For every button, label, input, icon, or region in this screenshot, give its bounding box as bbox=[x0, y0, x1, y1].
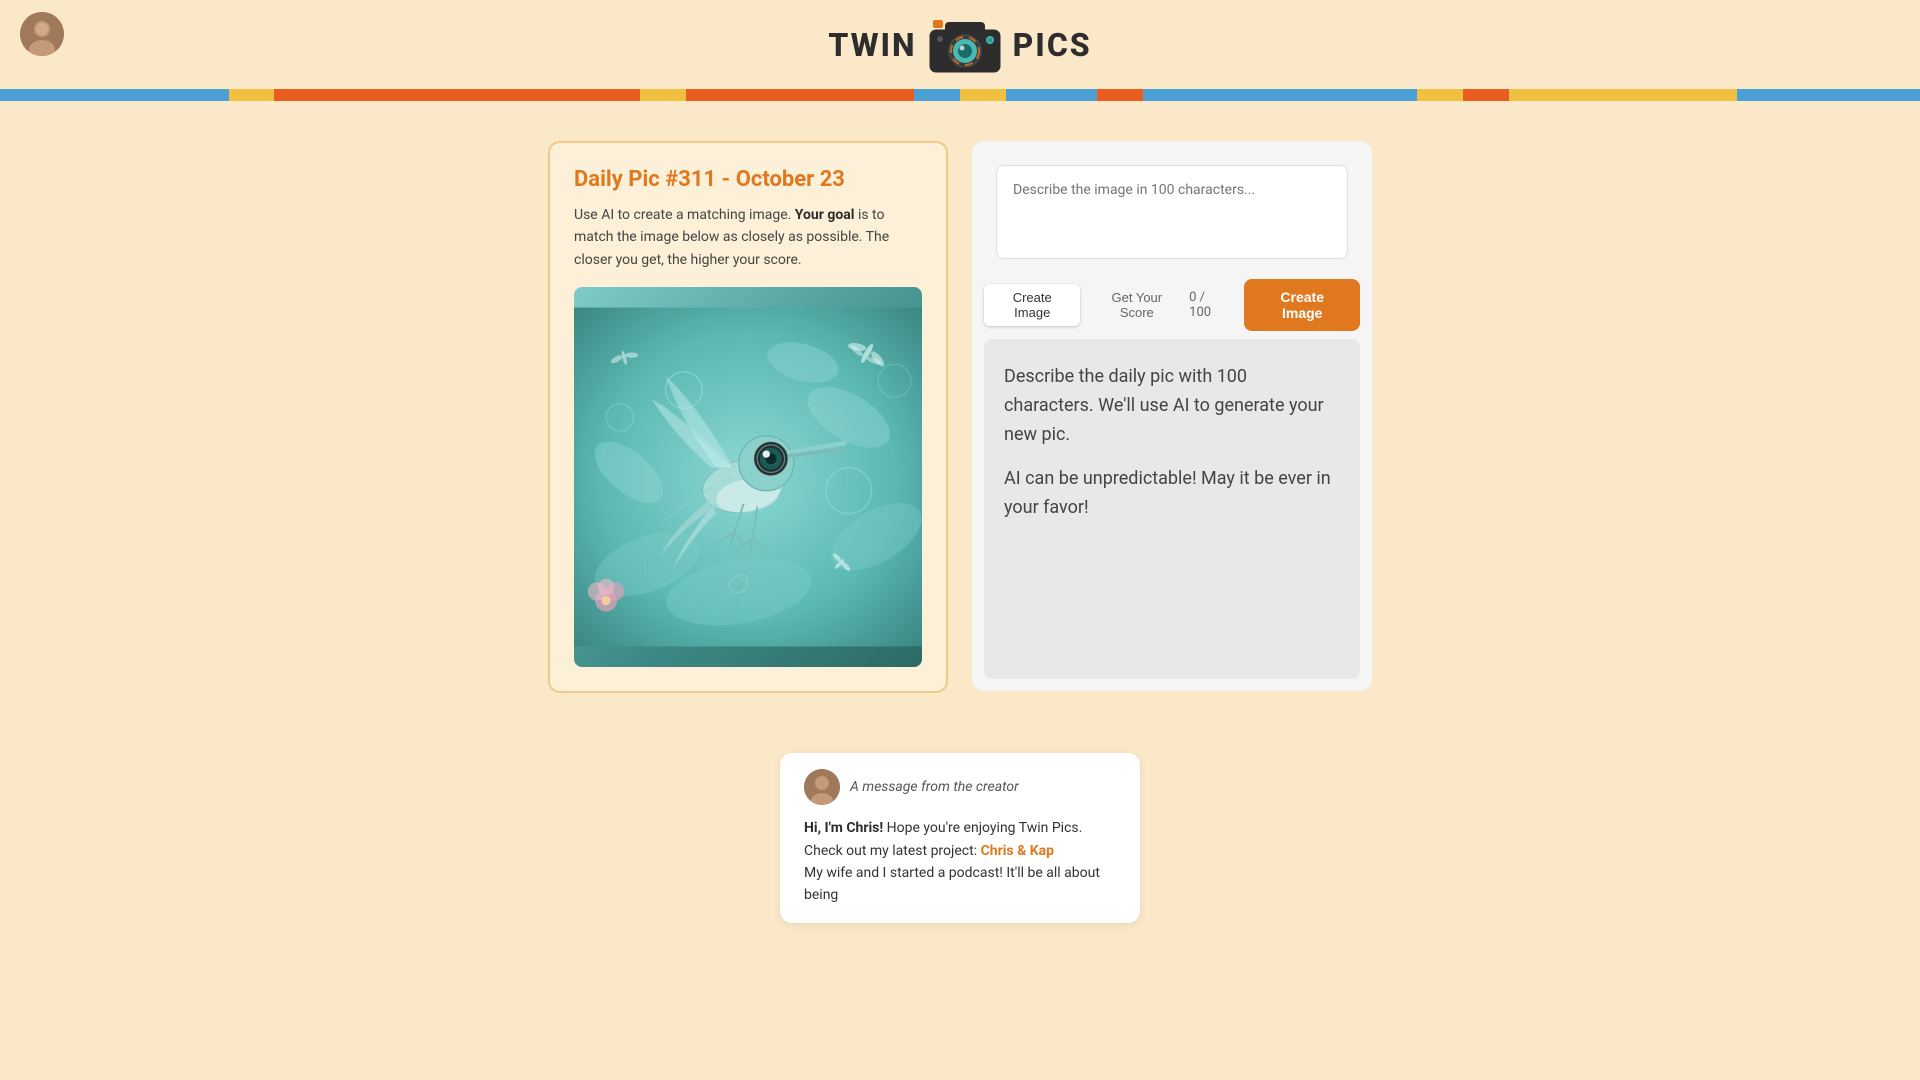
main-content: Daily Pic #311 - October 23 Use AI to cr… bbox=[260, 101, 1660, 733]
stripe-orange-2 bbox=[686, 89, 915, 101]
creator-body: Hi, I'm Chris! Hope you're enjoying Twin… bbox=[804, 817, 1116, 907]
creator-message-container: A message from the creator Hi, I'm Chris… bbox=[260, 733, 1660, 943]
desc-goal: Your goal bbox=[795, 207, 855, 223]
user-avatar-container[interactable] bbox=[20, 12, 64, 56]
info-line-2: AI can be unpredictable! May it be ever … bbox=[1004, 465, 1340, 523]
stripe-yellow-4 bbox=[1417, 89, 1463, 101]
daily-pic-title: Daily Pic #311 - October 23 bbox=[574, 167, 922, 192]
avatar[interactable] bbox=[20, 12, 64, 56]
interaction-panel: Create Image Get Your Score 0 / 100 Crea… bbox=[972, 141, 1372, 691]
description-textarea[interactable] bbox=[1001, 170, 1343, 250]
logo-camera-icon bbox=[925, 12, 1005, 77]
creator-header-text: A message from the creator bbox=[850, 779, 1019, 795]
daily-pic-description: Use AI to create a matching image. Your … bbox=[574, 204, 922, 271]
creator-avatar bbox=[804, 769, 840, 805]
stripe-yellow-1 bbox=[229, 89, 275, 101]
color-stripe bbox=[0, 89, 1920, 101]
desc-plain: Use AI to create a matching image. bbox=[574, 207, 795, 223]
logo-text-pics: PICS bbox=[1013, 26, 1092, 64]
title-label: Daily Pic #311 - bbox=[574, 167, 736, 192]
hummingbird-illustration bbox=[574, 287, 922, 667]
creator-message: A message from the creator Hi, I'm Chris… bbox=[780, 753, 1140, 923]
stripe-blue-2 bbox=[914, 89, 960, 101]
controls-row: Create Image Get Your Score 0 / 100 Crea… bbox=[972, 271, 1372, 339]
char-count: 0 / 100 bbox=[1189, 290, 1224, 320]
creator-intro-bold: Hi, I'm Chris! bbox=[804, 820, 883, 836]
stripe-orange-3 bbox=[1097, 89, 1143, 101]
logo: TWIN PICS bbox=[828, 12, 1091, 77]
daily-pic-image bbox=[574, 287, 922, 667]
tab-create-image[interactable]: Create Image bbox=[984, 284, 1080, 326]
stripe-orange-4 bbox=[1463, 89, 1509, 101]
creator-header: A message from the creator bbox=[804, 769, 1116, 805]
stripe-blue-5 bbox=[1737, 89, 1920, 101]
textarea-wrapper[interactable] bbox=[996, 165, 1348, 259]
stripe-yellow-5 bbox=[1509, 89, 1738, 101]
daily-pic-card: Daily Pic #311 - October 23 Use AI to cr… bbox=[548, 141, 948, 693]
info-line-1: Describe the daily pic with 100 characte… bbox=[1004, 363, 1340, 449]
stripe-yellow-2 bbox=[640, 89, 686, 101]
stripe-orange-1 bbox=[274, 89, 640, 101]
logo-text-twin: TWIN bbox=[828, 26, 916, 64]
title-date: October 23 bbox=[736, 167, 845, 192]
tab-get-score[interactable]: Get Your Score bbox=[1084, 284, 1189, 326]
info-panel: Describe the daily pic with 100 characte… bbox=[984, 339, 1360, 679]
creator-body-rest: My wife and I started a podcast! It'll b… bbox=[804, 865, 1100, 903]
stripe-blue-1 bbox=[0, 89, 229, 101]
stripe-blue-4 bbox=[1143, 89, 1417, 101]
controls-right: 0 / 100 Create Image bbox=[1189, 279, 1360, 331]
tab-group: Create Image Get Your Score bbox=[984, 284, 1189, 326]
creator-project-link[interactable]: Chris & Kap bbox=[981, 843, 1054, 859]
stripe-yellow-3 bbox=[960, 89, 1006, 101]
stripe-blue-3 bbox=[1006, 89, 1097, 101]
create-image-button[interactable]: Create Image bbox=[1244, 279, 1360, 331]
top-nav: TWIN PICS bbox=[0, 0, 1920, 89]
